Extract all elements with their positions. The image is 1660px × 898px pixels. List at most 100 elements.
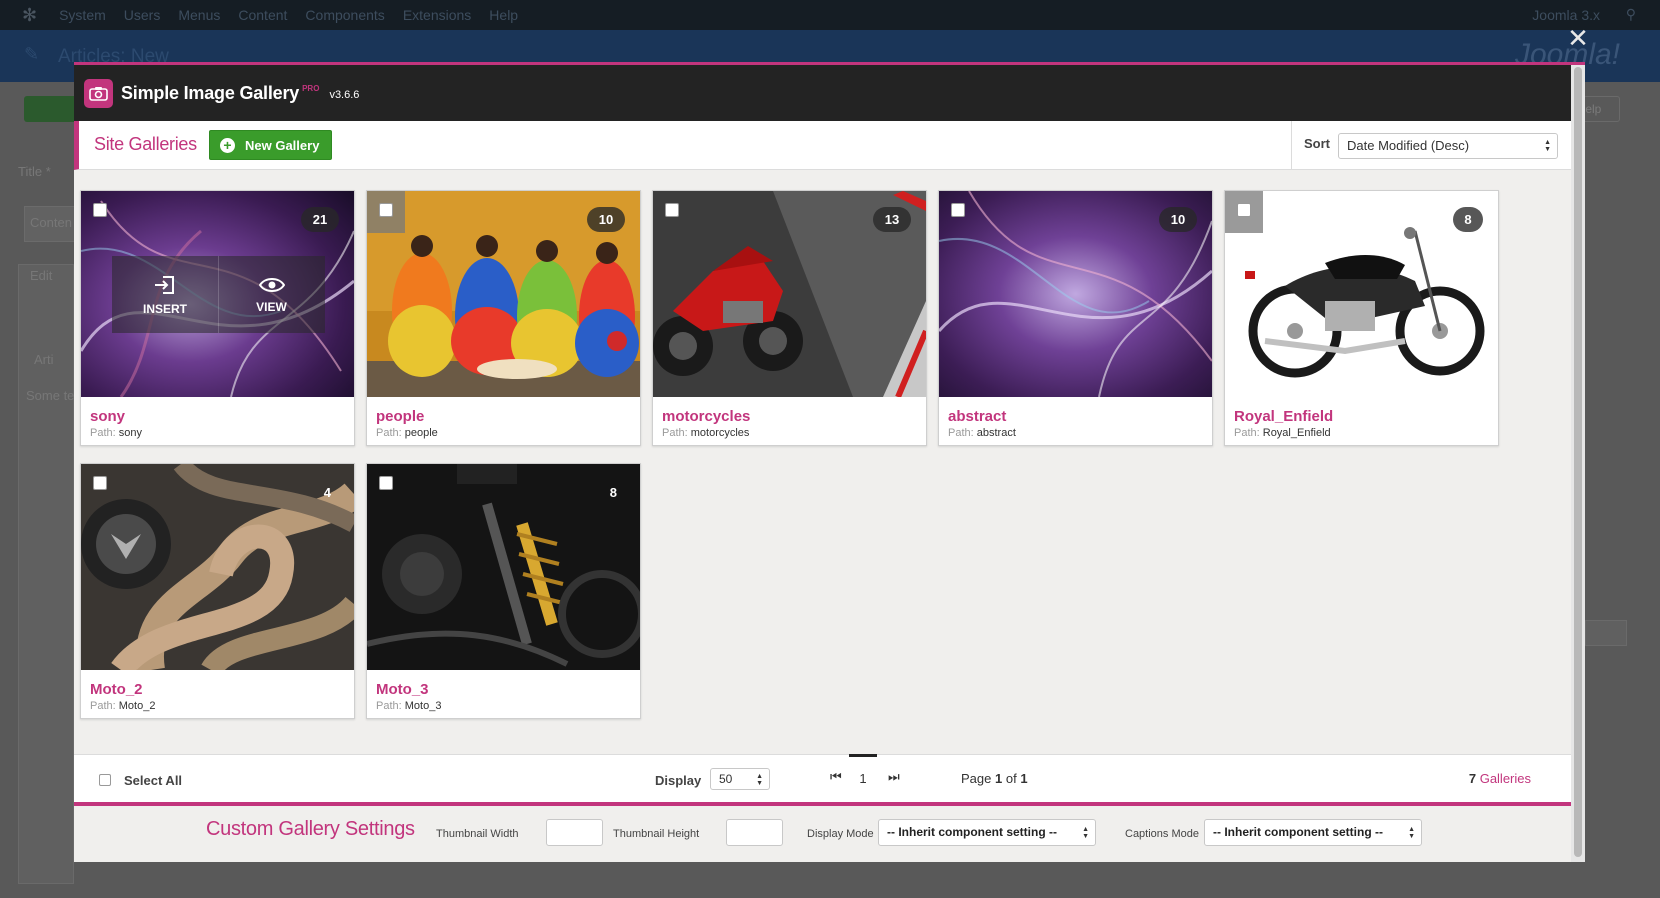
- section-title: Site Galleries: [94, 134, 197, 154]
- gallery-card-sony[interactable]: 21 INSERT VIEW sony Path: sony: [80, 190, 355, 446]
- admin-content-label: Conten: [30, 215, 72, 230]
- updown-icon: ▲ ▼: [756, 773, 763, 787]
- menu-system: System: [59, 7, 106, 23]
- divider: [1291, 121, 1292, 169]
- admin-edit-label: Edit: [30, 268, 53, 283]
- camera-icon: [84, 78, 113, 108]
- close-icon[interactable]: ✕: [1566, 25, 1590, 51]
- image-count-badge: 8: [1453, 207, 1483, 232]
- app-version: v3.6.6: [329, 88, 360, 101]
- thumb-height-label: Thumbnail Height: [613, 828, 700, 840]
- gallery-checkbox[interactable]: [951, 203, 965, 217]
- new-gallery-button[interactable]: + New Gallery: [209, 130, 332, 160]
- updown-icon: ▲ ▼: [1544, 139, 1551, 153]
- display-value: 50: [719, 772, 733, 786]
- gallery-path: Path: abstract: [948, 427, 1016, 439]
- gallery-modal: Simple Image Gallery PRO v3.6.6 Site Gal…: [74, 62, 1585, 862]
- app-header: Simple Image Gallery PRO v3.6.6: [74, 65, 1571, 121]
- scrollbar-thumb[interactable]: [1574, 67, 1582, 857]
- captions-mode-select[interactable]: -- Inherit component setting -- ▲ ▼: [1204, 819, 1422, 846]
- gallery-checkbox[interactable]: [379, 203, 393, 217]
- view-button[interactable]: VIEW: [218, 256, 324, 333]
- image-count-badge: 8: [609, 485, 617, 500]
- gallery-card-motorcycles[interactable]: 13 motorcycles Path: motorcycles: [652, 190, 927, 446]
- page-number[interactable]: 1: [849, 755, 877, 803]
- gallery-checkbox[interactable]: [665, 203, 679, 217]
- gallery-thumbnail: [81, 464, 354, 670]
- gallery-name[interactable]: motorcycles: [662, 408, 750, 425]
- admin-some-text: Some te: [26, 388, 75, 403]
- display-select[interactable]: 50 ▲ ▼: [710, 768, 770, 790]
- gallery-name[interactable]: people: [376, 408, 424, 425]
- thumb-width-label: Thumbnail Width: [436, 828, 519, 840]
- captions-mode-value: -- Inherit component setting --: [1213, 825, 1383, 839]
- gallery-name[interactable]: Moto_2: [90, 681, 143, 698]
- gallery-count: 7 Galleries: [1468, 771, 1531, 786]
- image-count-badge: 10: [587, 207, 625, 232]
- sort-select[interactable]: Date Modified (Desc) ▲ ▼: [1338, 133, 1558, 159]
- menu-help: Help: [489, 7, 519, 23]
- thumb-width-input[interactable]: [546, 819, 603, 846]
- gallery-name[interactable]: sony: [90, 408, 125, 425]
- gallery-toolbar: Site Galleries + New Gallery Sort Date M…: [74, 121, 1571, 170]
- gallery-path: Path: motorcycles: [662, 427, 750, 439]
- image-count-badge: 4: [323, 485, 331, 500]
- updown-icon: ▲ ▼: [1082, 826, 1089, 840]
- gallery-path: Path: Moto_2: [90, 700, 156, 712]
- joomla-icon: ✻: [22, 4, 38, 25]
- menu-components: Components: [305, 7, 385, 23]
- select-all-checkbox[interactable]: [99, 774, 111, 786]
- gallery-card-moto-3[interactable]: 8 Moto_3 Path: Moto_3: [366, 463, 641, 719]
- display-mode-label: Display Mode: [807, 828, 874, 840]
- display-mode-select[interactable]: -- Inherit component setting -- ▲ ▼: [878, 819, 1096, 846]
- insert-icon: [155, 275, 174, 294]
- gallery-card-moto-2[interactable]: 4 Moto_2 Path: Moto_2: [80, 463, 355, 719]
- gallery-name[interactable]: Royal_Enfield: [1234, 408, 1333, 425]
- page-info: Page 1 of 1: [961, 771, 1028, 786]
- gallery-path: Path: people: [376, 427, 438, 439]
- custom-gallery-settings: Custom Gallery Settings Thumbnail Width …: [74, 806, 1571, 862]
- app-title: Simple Image Gallery: [121, 82, 300, 103]
- admin-menu: System Users Menus Content Components Ex…: [59, 7, 518, 23]
- gallery-path: Path: Royal_Enfield: [1234, 427, 1331, 439]
- settings-title: Custom Gallery Settings: [206, 818, 415, 840]
- gallery-thumbnail: [367, 464, 640, 670]
- joomla-version-link: Joomla 3.x: [1532, 7, 1600, 23]
- updown-icon: ▲ ▼: [1408, 826, 1415, 840]
- gallery-name[interactable]: Moto_3: [376, 681, 429, 698]
- modal-scrollbar[interactable]: [1571, 65, 1585, 862]
- gallery-checkbox[interactable]: [1237, 203, 1251, 217]
- gallery-checkbox[interactable]: [379, 476, 393, 490]
- sort-value: Date Modified (Desc): [1347, 138, 1470, 153]
- gallery-checkbox[interactable]: [93, 476, 107, 490]
- display-mode-value: -- Inherit component setting --: [887, 825, 1057, 839]
- admin-topbar: ✻ System Users Menus Content Components …: [0, 0, 1660, 30]
- new-gallery-label: New Gallery: [245, 137, 320, 153]
- thumb-height-input[interactable]: [726, 819, 783, 846]
- menu-extensions: Extensions: [402, 7, 472, 23]
- menu-content: Content: [238, 7, 288, 23]
- gallery-name[interactable]: abstract: [948, 408, 1006, 425]
- captions-mode-label: Captions Mode: [1125, 828, 1199, 840]
- select-all-label[interactable]: Select All: [124, 773, 182, 788]
- insert-button[interactable]: INSERT: [112, 256, 218, 333]
- gallery-path: Path: Moto_3: [376, 700, 442, 712]
- view-label: VIEW: [256, 299, 287, 314]
- sort-label: Sort: [1304, 136, 1330, 151]
- admin-title-label: Title *: [18, 164, 51, 179]
- gallery-card-royal-enfield[interactable]: 8 Royal_Enfield Path: Royal_Enfield: [1224, 190, 1499, 446]
- insert-label: INSERT: [142, 301, 187, 316]
- gallery-hover-actions: INSERT VIEW: [112, 256, 325, 333]
- plus-icon: +: [220, 137, 235, 153]
- last-page-icon[interactable]: ⏭: [888, 769, 900, 785]
- gallery-checkbox[interactable]: [93, 203, 107, 217]
- eye-icon: [258, 277, 285, 292]
- user-icon: ⚲: [1625, 6, 1636, 22]
- first-page-icon[interactable]: ⏮: [830, 769, 842, 785]
- display-label: Display: [655, 773, 702, 788]
- admin-article-label: Arti: [34, 352, 54, 367]
- gallery-card-people[interactable]: 10 people Path: people: [366, 190, 641, 446]
- admin-side-field: [1585, 620, 1627, 646]
- image-count-badge: 10: [1159, 207, 1197, 232]
- gallery-card-abstract[interactable]: 10 abstract Path: abstract: [938, 190, 1213, 446]
